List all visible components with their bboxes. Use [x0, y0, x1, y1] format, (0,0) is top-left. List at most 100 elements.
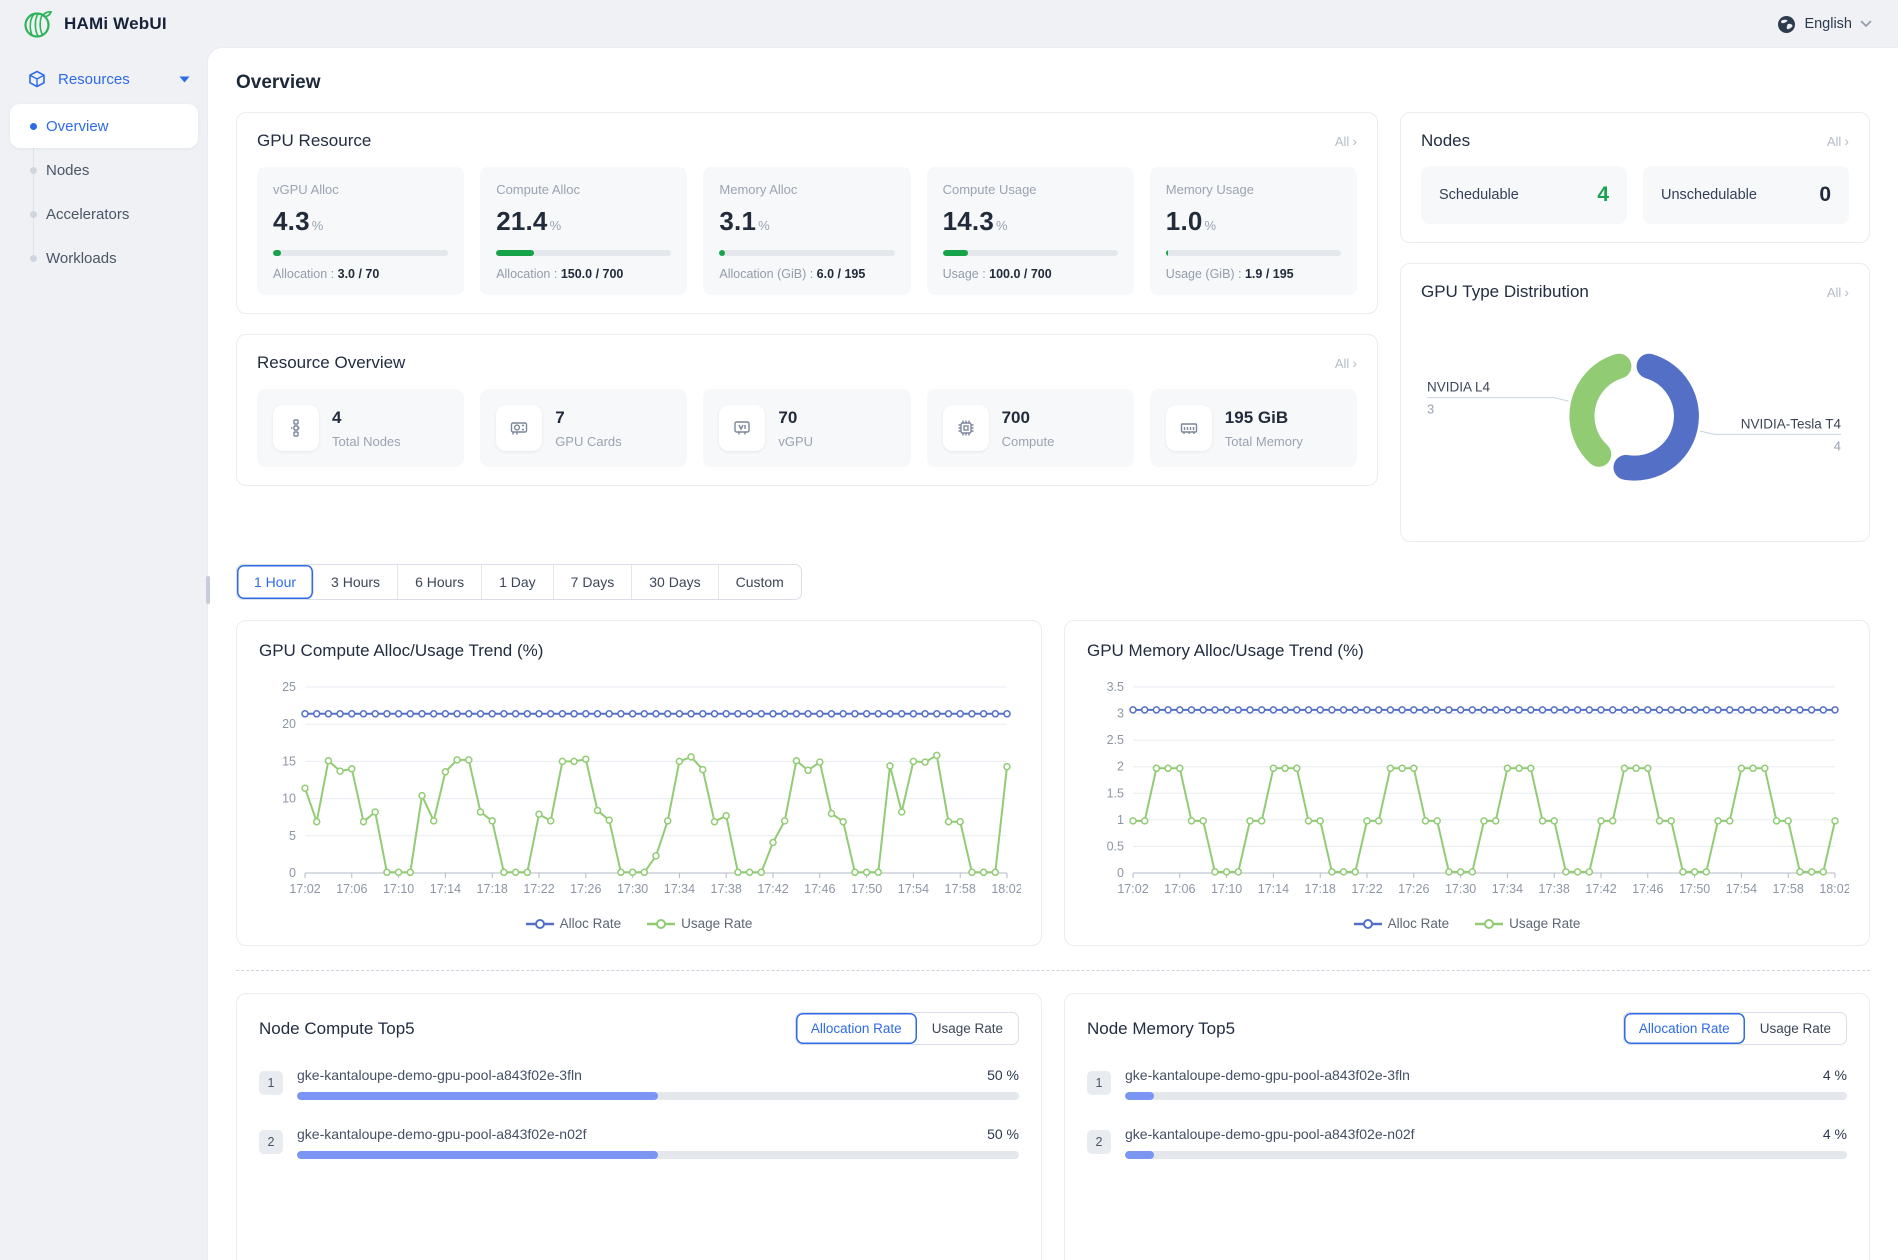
top5-row: 1 gke-kantaloupe-demo-gpu-pool-a843f02e-…: [1087, 1067, 1847, 1100]
time-filter-30-days[interactable]: 30 Days: [632, 565, 718, 599]
time-filter-1-hour[interactable]: 1 Hour: [237, 565, 314, 599]
progress-fill: [719, 250, 724, 256]
memory-trend-title: GPU Memory Alloc/Usage Trend (%): [1087, 641, 1847, 661]
sidebar-section-resources[interactable]: Resources: [0, 58, 208, 100]
svg-text:3.5: 3.5: [1107, 680, 1124, 694]
progress-track: [1125, 1092, 1847, 1100]
svg-text:25: 25: [282, 680, 296, 694]
sidebar-item-nodes[interactable]: Nodes: [0, 148, 208, 192]
time-filter-7-days[interactable]: 7 Days: [554, 565, 633, 599]
node-name: gke-kantaloupe-demo-gpu-pool-a843f02e-n0…: [1125, 1126, 1415, 1142]
svg-text:17:14: 17:14: [1258, 882, 1289, 896]
progress-fill: [297, 1092, 658, 1100]
svg-text:17:38: 17:38: [1539, 882, 1570, 896]
legend-item[interactable]: Usage Rate: [1475, 916, 1580, 931]
unschedulable-tile: Unschedulable 0: [1643, 166, 1849, 224]
svg-text:17:46: 17:46: [1632, 882, 1663, 896]
main-panel: Overview GPU Resource All› vGPU Alloc 4.…: [208, 48, 1898, 1260]
legend-item[interactable]: Alloc Rate: [1354, 916, 1450, 931]
chevron-right-icon: ›: [1844, 134, 1849, 148]
nodes-all-link[interactable]: All›: [1827, 134, 1849, 149]
app-title: HAMi WebUI: [64, 14, 167, 34]
resource-overview-all-link[interactable]: All›: [1335, 356, 1357, 371]
compute-trend-legend: Alloc Rate Usage Rate: [259, 916, 1019, 931]
progress-track: [297, 1092, 1019, 1100]
memory-top5-toggle: Allocation Rate Usage Rate: [1623, 1012, 1847, 1045]
ro-tile-total-memory: 195 GiBTotal Memory: [1150, 389, 1357, 467]
memory-usage-rate-button[interactable]: Usage Rate: [1745, 1013, 1846, 1044]
stat-tile-vgpu-alloc: vGPU Alloc 4.3% Allocation : 3.0 / 70: [257, 167, 464, 295]
rank-badge: 2: [259, 1130, 283, 1154]
svg-text:17:58: 17:58: [1773, 882, 1804, 896]
compute-allocation-rate-button[interactable]: Allocation Rate: [796, 1013, 917, 1044]
schedulable-count: 4: [1597, 183, 1609, 207]
svg-text:17:18: 17:18: [1305, 882, 1336, 896]
sidebar-item-accelerators[interactable]: Accelerators: [0, 192, 208, 236]
compute-chip-icon: [943, 405, 989, 451]
active-dot: [30, 123, 37, 130]
sidebar-item-workloads[interactable]: Workloads: [0, 236, 208, 280]
sidebar-item-label: Nodes: [46, 162, 89, 179]
svg-text:17:18: 17:18: [477, 882, 508, 896]
progress-fill: [496, 250, 533, 256]
compute-trend-title: GPU Compute Alloc/Usage Trend (%): [259, 641, 1019, 661]
svg-text:20: 20: [282, 717, 296, 731]
memory-allocation-rate-button[interactable]: Allocation Rate: [1624, 1013, 1745, 1044]
unschedulable-count: 0: [1819, 183, 1831, 207]
gpu-type-all-link[interactable]: All›: [1827, 285, 1849, 300]
svg-text:17:30: 17:30: [1445, 882, 1476, 896]
svg-text:17:58: 17:58: [945, 882, 976, 896]
ro-tile-compute: 700Compute: [927, 389, 1134, 467]
svg-text:17:06: 17:06: [1164, 882, 1195, 896]
svg-text:NVIDIA-Tesla T4: NVIDIA-Tesla T4: [1741, 416, 1842, 431]
svg-text:17:26: 17:26: [1398, 882, 1429, 896]
compute-usage-rate-button[interactable]: Usage Rate: [917, 1013, 1018, 1044]
time-range-filter: 1 Hour 3 Hours 6 Hours 1 Day 7 Days 30 D…: [236, 564, 802, 600]
dashed-divider: [236, 970, 1870, 971]
time-filter-6-hours[interactable]: 6 Hours: [398, 565, 482, 599]
svg-text:17:14: 17:14: [430, 882, 461, 896]
item-dot: [30, 167, 37, 174]
gpu-resource-all-link[interactable]: All›: [1335, 134, 1357, 149]
gpu-type-title: GPU Type Distribution: [1421, 282, 1589, 302]
progress-fill: [943, 250, 968, 256]
progress-track: [943, 250, 1118, 256]
legend-item[interactable]: Alloc Rate: [526, 916, 622, 931]
sidebar: Resources Overview Nodes Accelerators Wo…: [0, 48, 208, 1260]
ro-tile-total-nodes: 4Total Nodes: [257, 389, 464, 467]
stat-tile-memory-alloc: Memory Alloc 3.1% Allocation (GiB) : 6.0…: [703, 167, 910, 295]
gpu-resource-tiles: vGPU Alloc 4.3% Allocation : 3.0 / 70 Co…: [257, 167, 1357, 295]
node-memory-top5-card: Node Memory Top5 Allocation Rate Usage R…: [1064, 993, 1870, 1260]
time-filter-1-day[interactable]: 1 Day: [482, 565, 554, 599]
chevron-right-icon: ›: [1352, 134, 1357, 148]
sidebar-collapse-handle[interactable]: [206, 576, 210, 604]
progress-fill: [1166, 250, 1168, 256]
brand: HAMi WebUI: [22, 8, 167, 40]
node-compute-top5-card: Node Compute Top5 Allocation Rate Usage …: [236, 993, 1042, 1260]
compute-trend-chart: 051015202517:0217:0617:1017:1417:1817:22…: [259, 675, 1021, 905]
svg-text:0: 0: [289, 866, 296, 880]
svg-text:17:42: 17:42: [1585, 882, 1616, 896]
svg-text:17:54: 17:54: [1726, 882, 1757, 896]
language-selector[interactable]: English: [1777, 15, 1872, 34]
time-filter-3-hours[interactable]: 3 Hours: [314, 565, 398, 599]
legend-item[interactable]: Usage Rate: [647, 916, 752, 931]
svg-text:3: 3: [1117, 707, 1124, 721]
nodes-card: Nodes All› Schedulable 4 Unschedulable 0: [1400, 112, 1870, 243]
svg-text:17:10: 17:10: [383, 882, 414, 896]
time-filter-custom[interactable]: Custom: [719, 565, 801, 599]
rank-badge: 1: [259, 1071, 283, 1095]
chevron-right-icon: ›: [1352, 356, 1357, 370]
memory-trend-chart: 00.511.522.533.517:0217:0617:1017:1417:1…: [1087, 675, 1849, 905]
svg-text:17:30: 17:30: [617, 882, 648, 896]
sidebar-item-overview[interactable]: Overview: [10, 104, 198, 148]
svg-text:18:02: 18:02: [1819, 882, 1849, 896]
progress-fill: [297, 1151, 658, 1159]
sidebar-item-label: Accelerators: [46, 206, 129, 223]
svg-text:2.5: 2.5: [1107, 733, 1124, 747]
gpu-type-donut-chart: NVIDIA L43NVIDIA-Tesla T44: [1421, 310, 1847, 518]
svg-text:17:34: 17:34: [664, 882, 695, 896]
compute-top5-toggle: Allocation Rate Usage Rate: [795, 1012, 1019, 1045]
svg-text:0: 0: [1117, 866, 1124, 880]
progress-track: [273, 250, 448, 256]
